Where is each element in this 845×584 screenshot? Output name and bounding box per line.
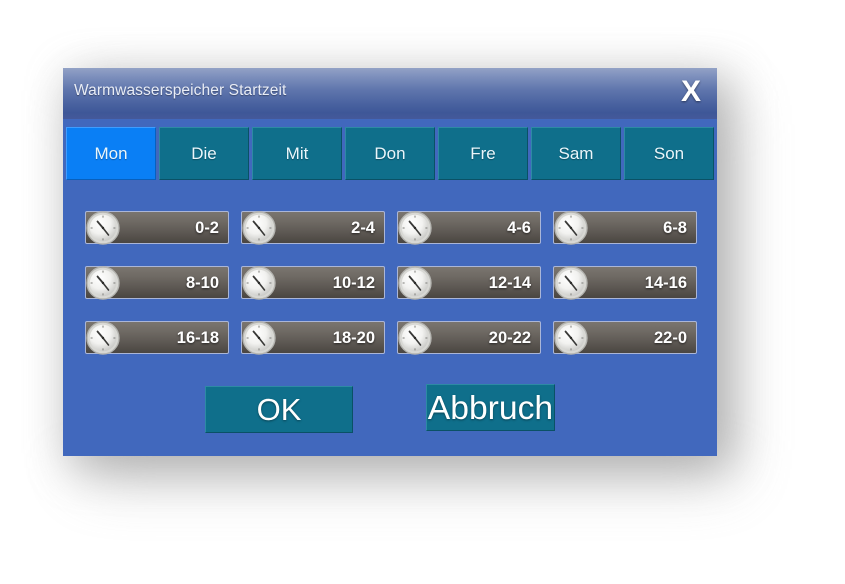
time-slot-8-10[interactable]: 8-10: [85, 266, 229, 300]
time-slot-12-14[interactable]: 12-14: [397, 266, 541, 300]
tab-label: Fre: [470, 143, 496, 163]
time-slot-18-20[interactable]: 18-20: [241, 321, 385, 355]
tab-day-don[interactable]: Don: [345, 127, 435, 180]
clock-icon: [554, 266, 588, 300]
time-slot-label: 20-22: [488, 329, 531, 347]
tab-day-sam[interactable]: Sam: [531, 127, 621, 180]
tab-day-son[interactable]: Son: [624, 127, 714, 180]
cancel-button-label: Abbruch: [427, 388, 554, 426]
dialog-titlebar: Warmwasserspeicher Startzeit X: [63, 68, 717, 119]
time-slot-20-22[interactable]: 20-22: [397, 321, 541, 355]
clock-icon: [398, 266, 432, 300]
time-slot-label: 12-14: [488, 274, 531, 292]
clock-icon: [242, 321, 276, 355]
time-slot-label: 10-12: [332, 274, 375, 292]
clock-icon: [86, 211, 120, 245]
tab-label: Don: [374, 143, 406, 163]
time-slot-14-16[interactable]: 14-16: [553, 266, 697, 300]
tab-label: Mit: [285, 143, 309, 163]
close-x-icon[interactable]: X: [681, 72, 701, 112]
time-slot-label: 6-8: [663, 219, 687, 237]
tab-day-fre[interactable]: Fre: [438, 127, 528, 180]
tab-label: Mon: [94, 143, 128, 163]
time-slot-label: 16-18: [176, 329, 219, 347]
time-slot-4-6[interactable]: 4-6: [397, 211, 541, 245]
tab-day-die[interactable]: Die: [159, 127, 249, 180]
clock-icon: [398, 321, 432, 355]
ok-button[interactable]: OK: [205, 386, 353, 433]
time-slot-grid: 0-2 2-4 4-6 6-8 8-10 10-12 12-14 14-16 1…: [85, 211, 697, 355]
tab-label: Die: [191, 143, 217, 163]
time-slot-22-0[interactable]: 22-0: [553, 321, 697, 355]
time-slot-0-2[interactable]: 0-2: [85, 211, 229, 245]
cancel-button[interactable]: Abbruch: [426, 384, 555, 431]
tab-label: Son: [653, 143, 685, 163]
clock-icon: [86, 321, 120, 355]
time-slot-10-12[interactable]: 10-12: [241, 266, 385, 300]
time-slot-label: 8-10: [185, 274, 219, 292]
dialog-title: Warmwasserspeicher Startzeit: [74, 82, 287, 99]
time-slot-label: 18-20: [332, 329, 375, 347]
time-slot-2-4[interactable]: 2-4: [241, 211, 385, 245]
warmwasserspeicher-startzeit-dialog: Warmwasserspeicher Startzeit X Mon Die M…: [63, 68, 717, 456]
time-slot-label: 4-6: [507, 219, 531, 237]
time-slot-label: 2-4: [351, 219, 375, 237]
clock-icon: [242, 211, 276, 245]
tab-day-mon[interactable]: Mon: [66, 127, 156, 180]
clock-icon: [554, 321, 588, 355]
tab-label: Sam: [558, 143, 594, 163]
time-slot-label: 22-0: [653, 329, 687, 347]
clock-icon: [554, 211, 588, 245]
day-tab-strip: Mon Die Mit Don Fre Sam Son: [66, 127, 714, 180]
clock-icon: [398, 211, 432, 245]
clock-icon: [242, 266, 276, 300]
time-slot-6-8[interactable]: 6-8: [553, 211, 697, 245]
ok-button-label: OK: [256, 391, 302, 427]
time-slot-label: 14-16: [644, 274, 687, 292]
tab-day-mit[interactable]: Mit: [252, 127, 342, 180]
time-slot-label: 0-2: [195, 219, 219, 237]
time-slot-16-18[interactable]: 16-18: [85, 321, 229, 355]
dialog-button-row: OK Abbruch: [63, 384, 717, 438]
clock-icon: [86, 266, 120, 300]
